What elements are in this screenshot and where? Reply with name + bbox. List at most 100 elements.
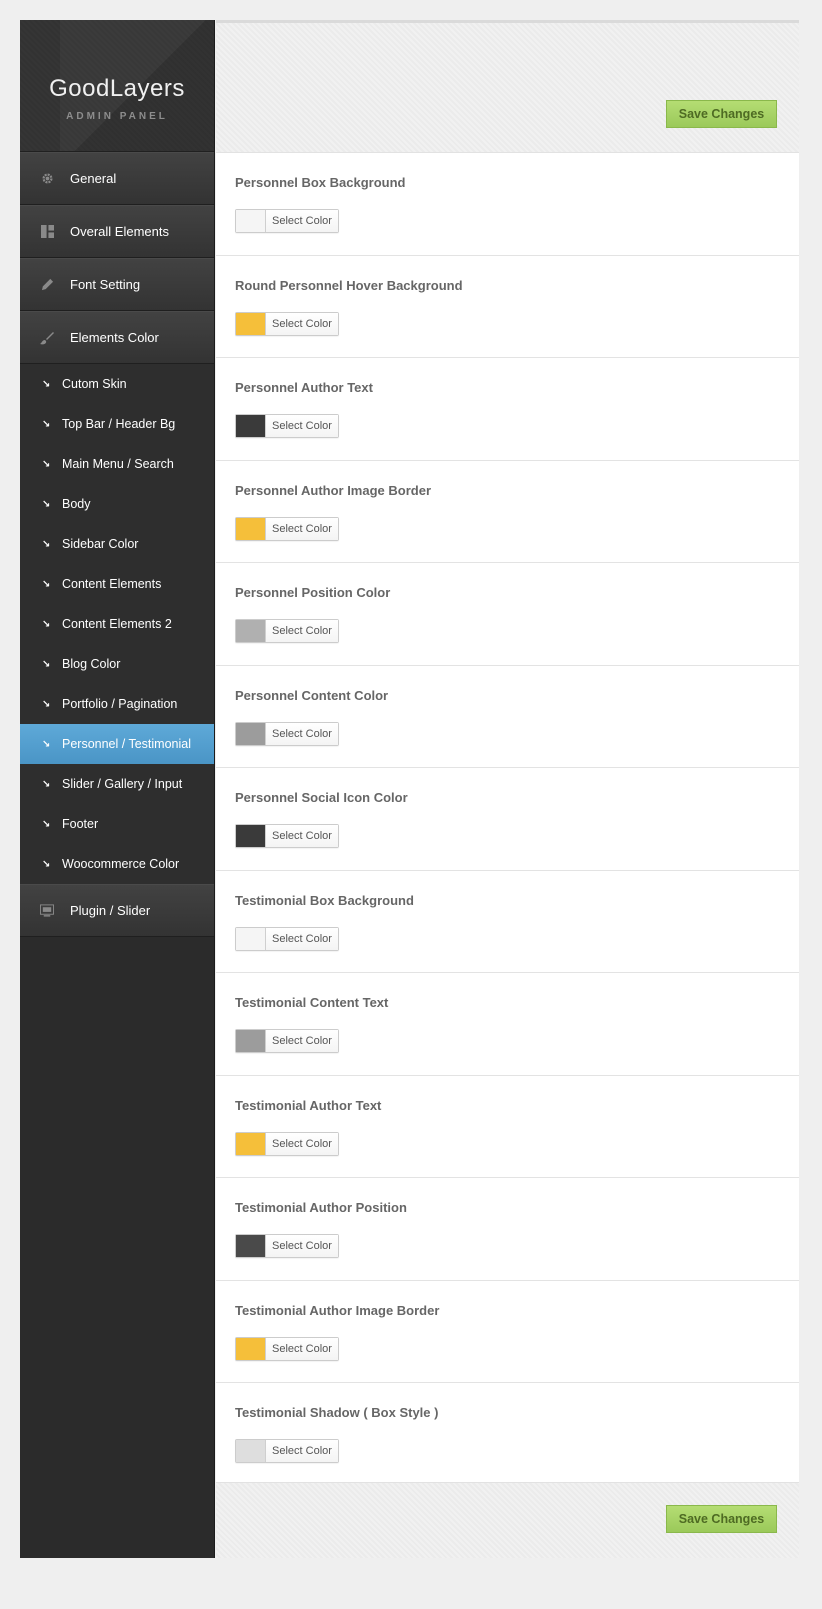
main-content: Save Changes Personnel Box Background Sel…	[216, 20, 799, 1558]
arrow-down-right-icon: ↘	[42, 698, 51, 710]
color-picker-button[interactable]: Select Color	[235, 1029, 339, 1053]
color-swatch[interactable]	[236, 722, 266, 745]
color-picker-button[interactable]: Select Color	[235, 824, 339, 848]
submenu-item-blog-color[interactable]: ↘ Blog Color	[20, 644, 214, 684]
submenu-item-label: Sidebar Color	[62, 537, 139, 551]
color-setting-row: Testimonial Content Text Select Color	[216, 973, 799, 1076]
select-color-label[interactable]: Select Color	[266, 312, 338, 335]
select-color-label[interactable]: Select Color	[266, 415, 338, 437]
sidebar-item-label: Font Setting	[70, 277, 141, 292]
color-setting-row: Testimonial Author Position Select Color	[216, 1178, 799, 1281]
sidebar-item-font-setting[interactable]: Font Setting	[20, 258, 214, 311]
arrow-down-right-icon: ↘	[42, 498, 51, 510]
submenu-item-body[interactable]: ↘ Body	[20, 484, 214, 524]
select-color-label[interactable]: Select Color	[266, 210, 338, 232]
color-swatch[interactable]	[236, 1440, 266, 1462]
gear-icon	[40, 172, 54, 186]
color-swatch[interactable]	[236, 620, 266, 642]
arrow-down-right-icon: ↘	[42, 818, 51, 830]
color-setting-row: Personnel Position Color Select Color	[216, 563, 799, 666]
color-swatch[interactable]	[236, 1132, 266, 1155]
color-picker-button[interactable]: Select Color	[235, 1131, 339, 1156]
arrow-down-right-icon: ↘	[42, 738, 51, 750]
color-picker-button[interactable]: Select Color	[235, 516, 339, 541]
color-swatch[interactable]	[236, 312, 266, 335]
submenu-item-personnel-testimonial[interactable]: ↘ Personnel / Testimonial	[20, 724, 214, 764]
color-picker-button[interactable]: Select Color	[235, 926, 339, 951]
setting-label: Testimonial Author Text	[235, 1097, 382, 1113]
sidebar-item-label: General	[70, 171, 117, 186]
color-setting-row: Personnel Author Image Border Select Colo…	[216, 461, 799, 563]
logo: GoodLayers ADMIN PANEL	[20, 20, 214, 152]
select-color-label[interactable]: Select Color	[266, 1337, 338, 1360]
color-setting-row: Testimonial Author Text Select Color	[216, 1076, 799, 1178]
submenu-item-main-menu[interactable]: ↘ Main Menu / Search	[20, 444, 214, 484]
arrow-down-right-icon: ↘	[42, 578, 51, 590]
bottom-toolbar: Save Changes	[216, 1482, 799, 1558]
select-color-label[interactable]: Select Color	[266, 722, 338, 745]
submenu-item-sidebar-color[interactable]: ↘ Sidebar Color	[20, 524, 214, 564]
submenu-item-footer[interactable]: ↘ Footer	[20, 804, 214, 844]
arrow-down-right-icon: ↘	[42, 858, 51, 870]
sidebar-item-elements-color[interactable]: Elements Color	[20, 311, 214, 364]
select-color-label[interactable]: Select Color	[266, 1030, 338, 1052]
select-color-label[interactable]: Select Color	[266, 1235, 338, 1257]
color-setting-row: Personnel Box Background Select Color	[216, 153, 799, 256]
submenu-item-label: Top Bar / Header Bg	[62, 417, 176, 431]
save-button[interactable]: Save Changes	[666, 100, 777, 128]
submenu-item-label: Blog Color	[62, 657, 121, 671]
submenu-item-label: Body	[62, 497, 91, 511]
settings-list: Personnel Box Background Select Color Roun…	[216, 153, 799, 1486]
sidebar-item-overall-elements[interactable]: Overall Elements	[20, 205, 214, 258]
color-swatch[interactable]	[236, 517, 266, 540]
color-picker-button[interactable]: Select Color	[235, 721, 339, 746]
color-swatch[interactable]	[236, 1030, 266, 1052]
color-picker-button[interactable]: Select Color	[235, 414, 339, 438]
submenu-item-top-bar[interactable]: ↘ Top Bar / Header Bg	[20, 404, 214, 444]
select-color-label[interactable]: Select Color	[266, 517, 338, 540]
color-picker-button[interactable]: Select Color	[235, 209, 339, 233]
color-picker-button[interactable]: Select Color	[235, 311, 339, 336]
pencil-icon	[40, 278, 54, 292]
setting-label: Testimonial Content Text	[235, 995, 389, 1010]
color-picker-button[interactable]: Select Color	[235, 1336, 339, 1361]
arrow-down-right-icon: ↘	[42, 418, 51, 430]
color-swatch[interactable]	[236, 1235, 266, 1257]
submenu-item-woocommerce[interactable]: ↘ Woocommerce Color	[20, 844, 214, 884]
color-swatch[interactable]	[236, 927, 266, 950]
color-swatch[interactable]	[236, 825, 266, 847]
sidebar: GoodLayers ADMIN PANEL General Overall E…	[20, 20, 215, 1558]
arrow-down-right-icon: ↘	[42, 778, 51, 790]
color-swatch[interactable]	[236, 210, 266, 232]
sidebar-item-label: Plugin / Slider	[70, 903, 151, 918]
select-color-label[interactable]: Select Color	[266, 620, 338, 642]
select-color-label[interactable]: Select Color	[266, 927, 338, 950]
submenu-item-label: Personnel / Testimonial	[62, 737, 192, 751]
submenu-elements-color: ↘ Cutom Skin ↘ Top Bar / Header Bg ↘ Main M…	[20, 364, 214, 884]
color-picker-button[interactable]: Select Color	[235, 619, 339, 643]
setting-label: Testimonial Author Position	[235, 1200, 407, 1215]
submenu-item-content-elements[interactable]: ↘ Content Elements	[20, 564, 214, 604]
submenu-item-content-elements-2[interactable]: ↘ Content Elements 2	[20, 604, 214, 644]
color-setting-row: Testimonial Author Image Border Select Co…	[216, 1281, 799, 1383]
submenu-item-portfolio[interactable]: ↘ Portfolio / Pagination	[20, 684, 214, 724]
color-picker-button[interactable]: Select Color	[235, 1234, 339, 1258]
select-color-label[interactable]: Select Color	[266, 825, 338, 847]
setting-label: Testimonial Author Image Border	[235, 1302, 440, 1318]
arrow-down-right-icon: ↘	[42, 658, 51, 670]
save-button-bottom[interactable]: Save Changes	[666, 1505, 777, 1533]
select-color-label[interactable]: Select Color	[266, 1440, 338, 1462]
select-color-label[interactable]: Select Color	[266, 1132, 338, 1155]
color-swatch[interactable]	[236, 415, 266, 437]
sidebar-item-general[interactable]: General	[20, 152, 214, 205]
color-swatch[interactable]	[236, 1337, 266, 1360]
submenu-item-slider-gallery[interactable]: ↘ Slider / Gallery / Input	[20, 764, 214, 804]
submenu-item-label: Main Menu / Search	[62, 457, 174, 471]
color-setting-row: Testimonial Box Background Select Color	[216, 871, 799, 973]
sidebar-item-plugin-slider[interactable]: Plugin / Slider	[20, 884, 214, 937]
brush-icon	[40, 331, 54, 345]
setting-label: Personnel Content Color	[235, 687, 389, 703]
setting-label: Personnel Social Icon Color	[235, 790, 408, 805]
color-picker-button[interactable]: Select Color	[235, 1439, 339, 1463]
submenu-item-custom-skin[interactable]: ↘ Cutom Skin	[20, 364, 214, 404]
